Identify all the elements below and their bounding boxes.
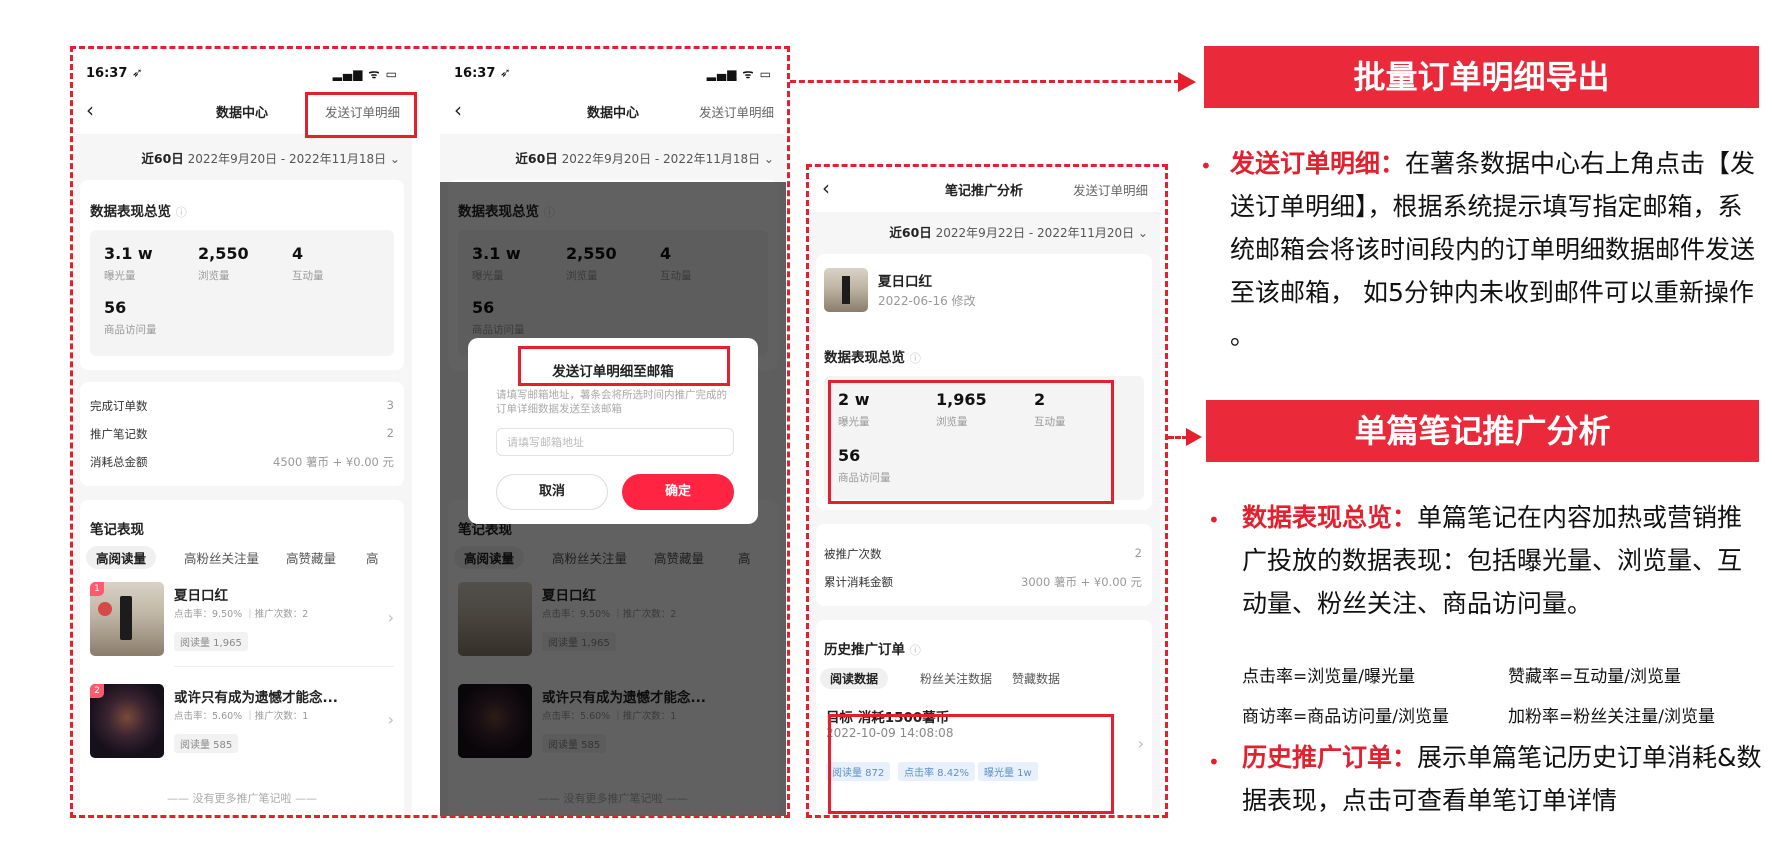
- formula-visit-rate: 商访率=商品访问量/浏览量: [1242, 707, 1449, 727]
- desc-history-orders: 历史推广订单：展示单篇笔记历史订单消耗&数据表现，点击可查看单笔订单详情: [1242, 743, 1762, 815]
- bullet: •: [1208, 508, 1220, 532]
- desc-overview: 数据表现总览：单篇笔记在内容加热或营销推广投放的数据表现：包括曝光量、浏览量、互…: [1242, 503, 1743, 618]
- highlight-send-link: [305, 92, 417, 138]
- highlight-modal-title: [518, 346, 730, 386]
- bullet: •: [1208, 750, 1220, 774]
- bullet: •: [1200, 154, 1212, 178]
- formula-follow-rate: 加粉率=粉丝关注量/浏览量: [1508, 707, 1715, 727]
- formula-ctr: 点击率=浏览量/曝光量: [1242, 667, 1415, 687]
- dashed-frame-screens-1-2: [70, 46, 790, 818]
- connector-arrow-2: [1168, 436, 1188, 439]
- connector-arrow-1: [790, 80, 1180, 83]
- arrowhead-1: [1178, 72, 1196, 92]
- highlight-overview-metrics: [828, 380, 1114, 504]
- arrowhead-2: [1186, 428, 1202, 446]
- formula-like-rate: 赞藏率=互动量/浏览量: [1508, 667, 1681, 687]
- desc-send-order: 发送订单明细：在薯条数据中心右上角点击【发送订单明细】，根据系统提示填写指定邮箱…: [1230, 149, 1756, 350]
- highlight-order-item: [828, 714, 1114, 814]
- banner-single-note: 单篇笔记推广分析: [1206, 400, 1759, 462]
- banner-batch-export: 批量订单明细导出: [1204, 46, 1759, 108]
